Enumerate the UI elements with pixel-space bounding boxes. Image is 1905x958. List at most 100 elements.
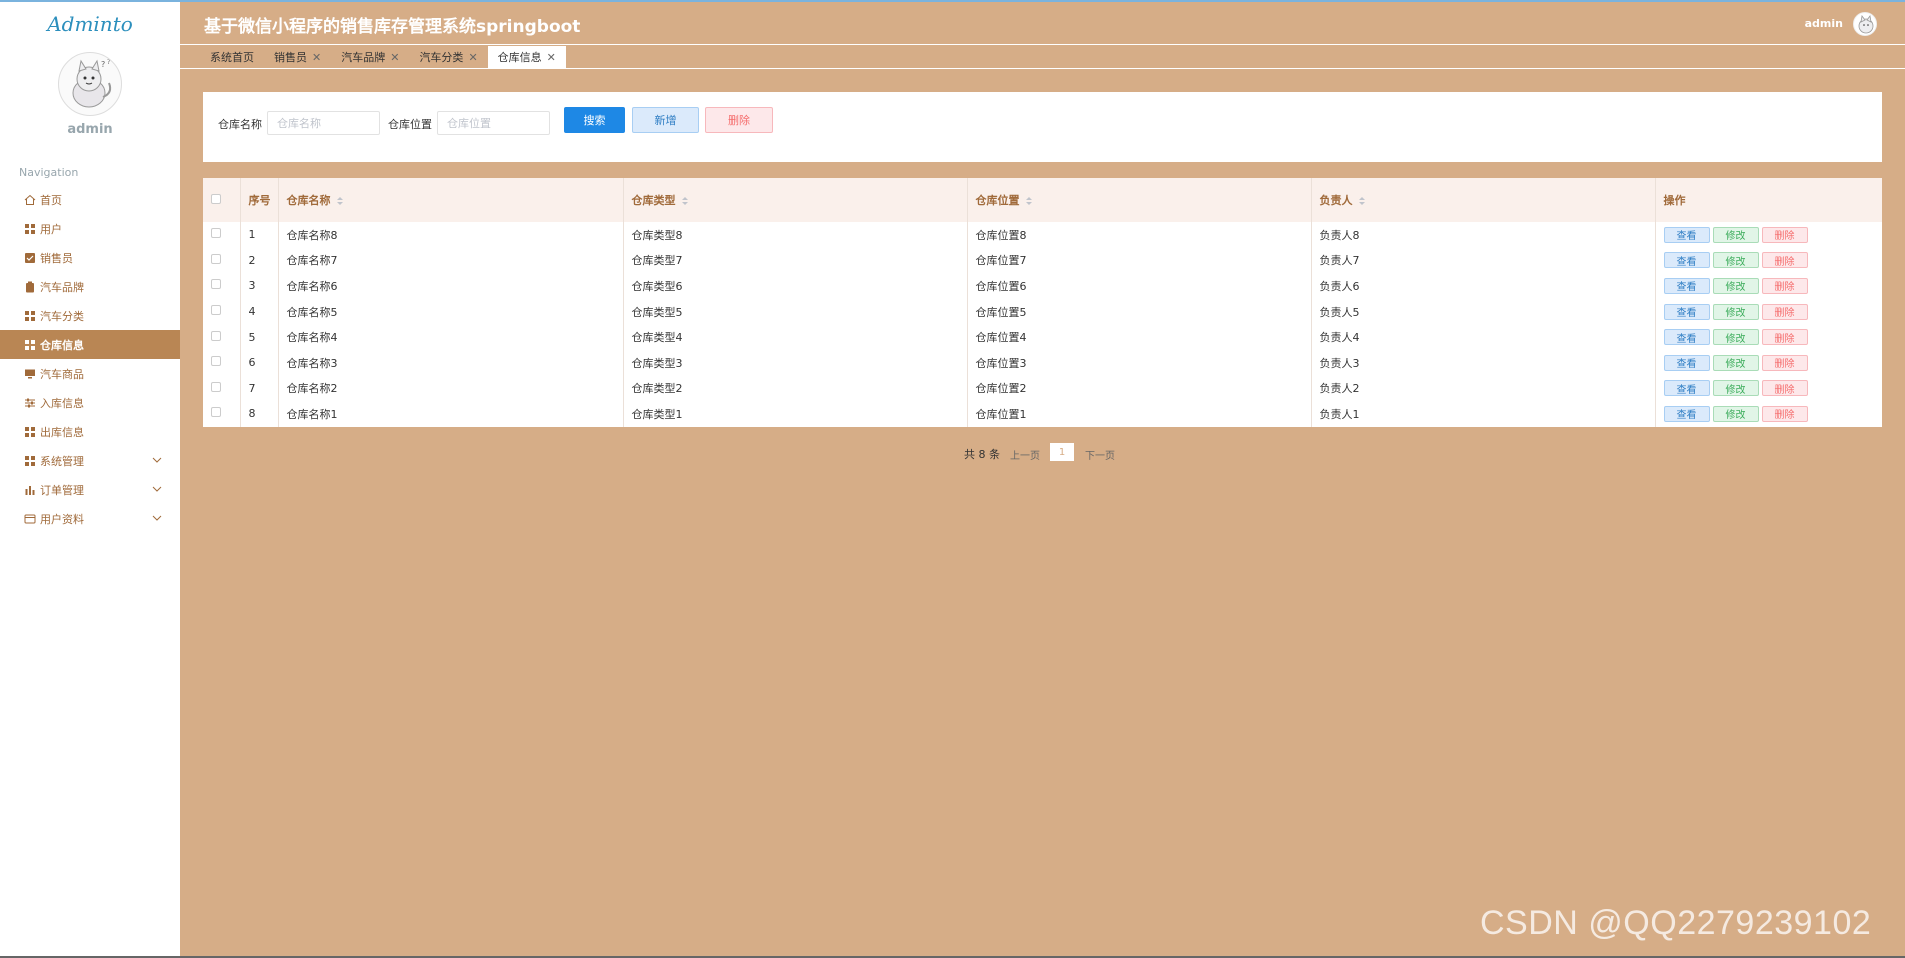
page-number-button[interactable]: 1 — [1050, 443, 1074, 461]
tab-salesperson[interactable]: 销售员 ✕ — [264, 46, 331, 68]
select-all-checkbox[interactable] — [211, 193, 221, 204]
type-cell: 仓库类型2 — [623, 375, 968, 402]
avatar[interactable]: ? ? — [58, 52, 122, 116]
manager-header-label: 负责人 — [1319, 194, 1353, 207]
chevron-down-icon[interactable] — [150, 482, 164, 496]
tab-home[interactable]: 系统首页 — [200, 46, 264, 68]
chevron-down-icon[interactable] — [150, 511, 164, 525]
warehouse-location-input[interactable] — [437, 111, 550, 135]
delete-button[interactable]: 删除 — [1761, 303, 1808, 320]
sort-icon[interactable] — [1025, 196, 1032, 206]
header-avatar[interactable] — [1853, 12, 1877, 36]
view-button[interactable]: 查看 — [1663, 226, 1710, 243]
sidebar-item-home[interactable]: 首页 — [0, 185, 180, 214]
close-icon[interactable]: ✕ — [547, 51, 556, 64]
location-cell: 仓库位置7 — [967, 247, 1312, 274]
edit-button[interactable]: 修改 — [1712, 329, 1759, 346]
app-logo[interactable]: Adminto — [0, 12, 180, 36]
sidebar-item-car-brand[interactable]: 汽车品牌 — [0, 272, 180, 301]
view-button[interactable]: 查看 — [1663, 329, 1710, 346]
row-checkbox[interactable] — [211, 305, 221, 316]
row-select-cell — [203, 298, 241, 325]
table-row: 2 仓库名称7 仓库类型7 仓库位置7 负责人7 查看 修改 删除 — [203, 247, 1882, 274]
location-cell: 仓库位置4 — [967, 324, 1312, 350]
delete-button[interactable]: 删除 — [1761, 380, 1808, 397]
sidebar-item-car-category[interactable]: 汽车分类 — [0, 301, 180, 330]
sidebar: Adminto ? ? admin Navigation 首页 用户 销售员 汽… — [0, 2, 180, 956]
view-button[interactable]: 查看 — [1663, 405, 1710, 422]
tab-car-brand[interactable]: 汽车品牌 ✕ — [331, 46, 409, 68]
name-cell: 仓库名称5 — [278, 298, 624, 325]
sort-icon[interactable] — [681, 196, 688, 206]
name-cell: 仓库名称3 — [278, 349, 624, 376]
sidebar-item-car-product[interactable]: 汽车商品 — [0, 359, 180, 388]
manager-header[interactable]: 负责人 — [1311, 178, 1656, 222]
header-username[interactable]: admin — [1805, 17, 1843, 30]
bar-chart-icon — [25, 485, 35, 495]
name-cell: 仓库名称8 — [278, 222, 624, 248]
close-icon[interactable]: ✕ — [390, 51, 399, 64]
row-checkbox[interactable] — [211, 330, 221, 341]
edit-button[interactable]: 修改 — [1712, 252, 1759, 269]
close-icon[interactable]: ✕ — [468, 51, 477, 64]
sort-icon[interactable] — [336, 196, 343, 206]
location-cell: 仓库位置1 — [967, 401, 1312, 427]
delete-button[interactable]: 删除 — [1761, 405, 1808, 422]
page-title: 基于微信小程序的销售库存管理系统springboot — [204, 17, 581, 37]
add-button[interactable]: 新增 — [632, 107, 699, 133]
edit-button[interactable]: 修改 — [1712, 380, 1759, 397]
delete-button[interactable]: 删除 — [1761, 329, 1808, 346]
close-icon[interactable]: ✕ — [312, 51, 321, 64]
sidebar-item-stock-out[interactable]: 出库信息 — [0, 417, 180, 446]
type-header[interactable]: 仓库类型 — [623, 178, 968, 222]
table-row: 7 仓库名称2 仓库类型2 仓库位置2 负责人2 查看 修改 删除 — [203, 375, 1882, 402]
search-button[interactable]: 搜索 — [564, 107, 625, 133]
sidebar-item-order-management[interactable]: 订单管理 — [0, 475, 180, 504]
row-checkbox[interactable] — [211, 356, 221, 367]
manager-cell: 负责人4 — [1311, 324, 1656, 350]
view-button[interactable]: 查看 — [1663, 252, 1710, 269]
delete-button[interactable]: 删除 — [1761, 226, 1808, 243]
location-cell: 仓库位置2 — [967, 375, 1312, 402]
sidebar-item-users[interactable]: 用户 — [0, 214, 180, 243]
index-cell: 4 — [240, 298, 279, 325]
sidebar-username: admin — [67, 122, 113, 137]
row-checkbox[interactable] — [211, 279, 221, 290]
row-checkbox[interactable] — [211, 228, 221, 239]
id-card-icon — [24, 514, 36, 523]
svg-text:?: ? — [101, 60, 105, 69]
sidebar-item-salesperson[interactable]: 销售员 — [0, 243, 180, 272]
sidebar-item-user-profile[interactable]: 用户资料 — [0, 504, 180, 533]
manager-cell: 负责人6 — [1311, 273, 1656, 299]
next-page-button[interactable]: 下一页 — [1085, 447, 1115, 462]
delete-button[interactable]: 删除 — [1761, 354, 1808, 371]
tab-warehouse[interactable]: 仓库信息 ✕ — [487, 46, 566, 68]
row-select-cell — [203, 247, 241, 274]
view-button[interactable]: 查看 — [1663, 354, 1710, 371]
sidebar-item-stock-in[interactable]: 入库信息 — [0, 388, 180, 417]
delete-button[interactable]: 删除 — [1761, 252, 1808, 269]
tab-car-category[interactable]: 汽车分类 ✕ — [409, 46, 487, 68]
row-checkbox[interactable] — [211, 253, 221, 264]
view-button[interactable]: 查看 — [1663, 303, 1710, 320]
edit-button[interactable]: 修改 — [1712, 354, 1759, 371]
batch-delete-button[interactable]: 删除 — [705, 107, 773, 133]
edit-button[interactable]: 修改 — [1712, 226, 1759, 243]
edit-button[interactable]: 修改 — [1712, 405, 1759, 422]
delete-button[interactable]: 删除 — [1761, 277, 1808, 294]
warehouse-name-input[interactable] — [267, 111, 380, 135]
name-header[interactable]: 仓库名称 — [278, 178, 624, 222]
edit-button[interactable]: 修改 — [1712, 277, 1759, 294]
view-button[interactable]: 查看 — [1663, 380, 1710, 397]
row-select-cell — [203, 401, 241, 427]
location-header[interactable]: 仓库位置 — [967, 178, 1312, 222]
sidebar-item-warehouse[interactable]: 仓库信息 — [0, 330, 180, 359]
row-checkbox[interactable] — [211, 381, 221, 392]
manager-cell: 负责人5 — [1311, 298, 1656, 325]
row-checkbox[interactable] — [211, 407, 221, 418]
prev-page-button[interactable]: 上一页 — [1010, 447, 1040, 462]
sort-icon[interactable] — [1358, 196, 1365, 206]
edit-button[interactable]: 修改 — [1712, 303, 1759, 320]
view-button[interactable]: 查看 — [1663, 277, 1710, 294]
type-cell: 仓库类型8 — [623, 222, 968, 248]
